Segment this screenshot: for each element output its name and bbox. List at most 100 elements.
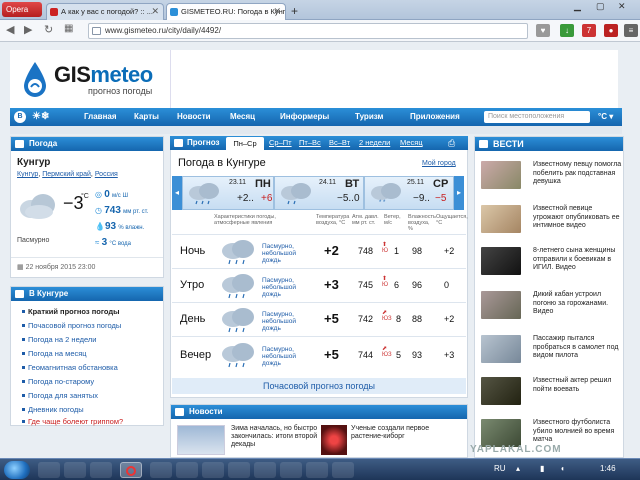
news-item-1[interactable]: Зима началась, но быстро закончилась: ит… — [231, 425, 319, 449]
unit-select[interactable]: °C ▾ — [598, 108, 613, 126]
my-city-link[interactable]: Мой город — [422, 160, 456, 167]
menu-item-main[interactable]: Главная — [84, 108, 117, 126]
tab-wed-fri[interactable]: Ср–Пт — [269, 138, 292, 147]
menu-item-informers[interactable]: Информеры — [280, 108, 329, 126]
vesti-image[interactable] — [481, 419, 521, 447]
pressure-icon: ◷ — [95, 206, 105, 215]
city-link-flu[interactable]: Где чаще болеют гриппом? — [21, 417, 123, 426]
close-tab-icon[interactable]: ✕ — [151, 4, 159, 19]
wind-row: ◎ 0 м/с Ш — [95, 189, 128, 200]
news-item-2[interactable]: Ученые создали первое растение-киборг — [351, 425, 461, 441]
close-window-icon[interactable]: ✕ — [618, 1, 626, 12]
taskbar-app-icon[interactable] — [202, 462, 224, 478]
taskbar-app-icon[interactable] — [254, 462, 276, 478]
divider — [11, 257, 163, 258]
vesti-item[interactable]: Известного футболиста убило молнией во в… — [533, 419, 623, 445]
taskbar-app-icon[interactable] — [228, 462, 250, 478]
taskbar-folder-icon[interactable] — [64, 462, 86, 478]
menu-item-month[interactable]: Месяц — [230, 108, 255, 126]
tab-2weeks[interactable]: 2 недели — [359, 138, 390, 147]
hourly-forecast-link[interactable]: Почасовой прогноз погоды — [172, 378, 466, 394]
snowflake-icon[interactable]: ☀❄ — [32, 108, 49, 126]
day-card-2[interactable]: 24.11 ВТ −5..0 — [274, 176, 364, 210]
vesti-image[interactable] — [481, 335, 521, 363]
taskbar-app-icon[interactable] — [176, 462, 198, 478]
day-card-1[interactable]: 23.11 ПН +2.. +6 — [182, 176, 274, 210]
observation-date: ▦ 22 ноября 2015 23:00 — [17, 264, 96, 271]
vesti-image[interactable] — [481, 161, 521, 189]
menu-item-apps[interactable]: Приложения — [410, 108, 460, 126]
menu-icon[interactable]: ≡ — [624, 24, 638, 37]
tab-mon-wed[interactable]: Пн–Ср — [226, 137, 264, 150]
tab-month[interactable]: Месяц — [400, 138, 423, 147]
volume-icon[interactable]: ◖ — [560, 464, 565, 473]
city-link-hourly[interactable]: Почасовой прогноз погоды — [21, 321, 121, 330]
opera-menu-button[interactable]: Opera — [2, 2, 42, 17]
tab-2[interactable]: GISMETEO.RU: Погода в Кунгуре ✕ — [166, 3, 286, 20]
taskbar-app-icon[interactable] — [90, 462, 112, 478]
city-link-diary[interactable]: Дневник погоды — [22, 405, 84, 414]
url-input[interactable]: www.gismeteo.ru/city/daily/4492/ — [88, 23, 528, 39]
vesti-item[interactable]: Известный актер решил пойти воевать — [533, 377, 623, 394]
vesti-image[interactable] — [481, 291, 521, 319]
network-icon[interactable]: ▮ — [540, 464, 544, 473]
site-logo[interactable]: GISmeteo — [54, 62, 153, 88]
vesti-image[interactable] — [481, 205, 521, 233]
tray-arrow-icon[interactable]: ▴ — [516, 464, 520, 473]
menu-item-tourism[interactable]: Туризм — [355, 108, 383, 126]
day-card-3[interactable]: * * 25.11 СР −9.. −5 — [364, 176, 454, 210]
city-link-2weeks[interactable]: Погода на 2 недели — [21, 335, 96, 344]
menu-item-maps[interactable]: Карты — [134, 108, 159, 126]
close-tab-icon[interactable]: ✕ — [273, 4, 281, 19]
heart-icon[interactable]: ♥ — [536, 24, 550, 37]
tab-favicon-icon — [50, 8, 58, 16]
news-icon — [175, 408, 184, 416]
water-icon: ≈ — [95, 238, 102, 247]
speed-dial-icon[interactable]: ▦ — [64, 23, 73, 34]
news-image[interactable] — [177, 425, 225, 455]
news-image[interactable] — [321, 425, 347, 455]
taskbar-opera-icon[interactable] — [120, 462, 142, 478]
minimize-icon[interactable]: ▁ — [574, 1, 581, 12]
tab-fri-sun[interactable]: Пт–Вс — [299, 138, 321, 147]
taskbar-app-icon[interactable] — [280, 462, 302, 478]
vesti-image[interactable] — [481, 377, 521, 405]
city-link-month[interactable]: Погода на месяц — [22, 349, 87, 358]
clock[interactable]: 1:46 — [600, 464, 616, 473]
vesti-image[interactable] — [481, 247, 521, 275]
vesti-item[interactable]: Пассажир пытался пробраться в самолет по… — [533, 335, 623, 361]
vesti-item[interactable]: Известному певцу помогла побелить рак по… — [533, 161, 623, 187]
vesti-item[interactable]: Известной певице угрожают опубликовать е… — [533, 205, 623, 231]
extension-2-icon[interactable]: ● — [604, 24, 618, 37]
taskbar-explorer-icon[interactable] — [38, 462, 60, 478]
next-days-arrow-icon[interactable]: ▸ — [454, 176, 464, 210]
forward-icon[interactable]: ▶ — [24, 23, 32, 36]
new-tab-button[interactable]: + — [291, 4, 298, 18]
start-button[interactable] — [4, 461, 30, 479]
city-link-short[interactable]: Краткий прогноз погоды — [22, 307, 120, 316]
vesti-item[interactable]: 8-летнего сына женщины отправили к боеви… — [533, 247, 623, 273]
download-icon[interactable]: ↓ — [560, 24, 574, 37]
col-desc: Характеристики погоды, атмосферные явлен… — [214, 214, 276, 226]
menu-item-news[interactable]: Новости — [177, 108, 211, 126]
city-link-busy[interactable]: Погода для занятых — [21, 391, 98, 400]
prev-days-arrow-icon[interactable]: ◂ — [172, 176, 182, 210]
extension-icon[interactable]: 7 — [582, 24, 596, 37]
taskbar-app-icon[interactable] — [150, 462, 172, 478]
reload-icon[interactable]: ↻ — [44, 23, 53, 36]
taskbar-app-icon[interactable] — [306, 462, 328, 478]
print-icon[interactable]: ⎙ — [448, 138, 455, 149]
back-icon[interactable]: ◀ — [6, 23, 14, 36]
city-link-geomagnetic[interactable]: Геомагнитная обстановка — [22, 363, 118, 372]
region-breadcrumb: Кунгур, Пермский край, Россия — [17, 171, 118, 178]
taskbar-app-icon[interactable] — [332, 462, 354, 478]
tab-1[interactable]: А как у вас с погодой? :: ... ✕ — [46, 3, 164, 20]
tab-sun-tue[interactable]: Вс–Вт — [329, 138, 350, 147]
maximize-icon[interactable]: ▢ — [596, 1, 605, 12]
vesti-item[interactable]: Дикий кабан устроил погоню за горожанами… — [533, 291, 623, 317]
city-link-old[interactable]: Погода по-старому — [21, 377, 94, 386]
input-language[interactable]: RU — [494, 464, 506, 473]
location-search-input[interactable]: Поиск местоположения — [484, 111, 590, 123]
weather-icon — [15, 140, 24, 148]
vk-icon[interactable]: В — [14, 111, 26, 123]
